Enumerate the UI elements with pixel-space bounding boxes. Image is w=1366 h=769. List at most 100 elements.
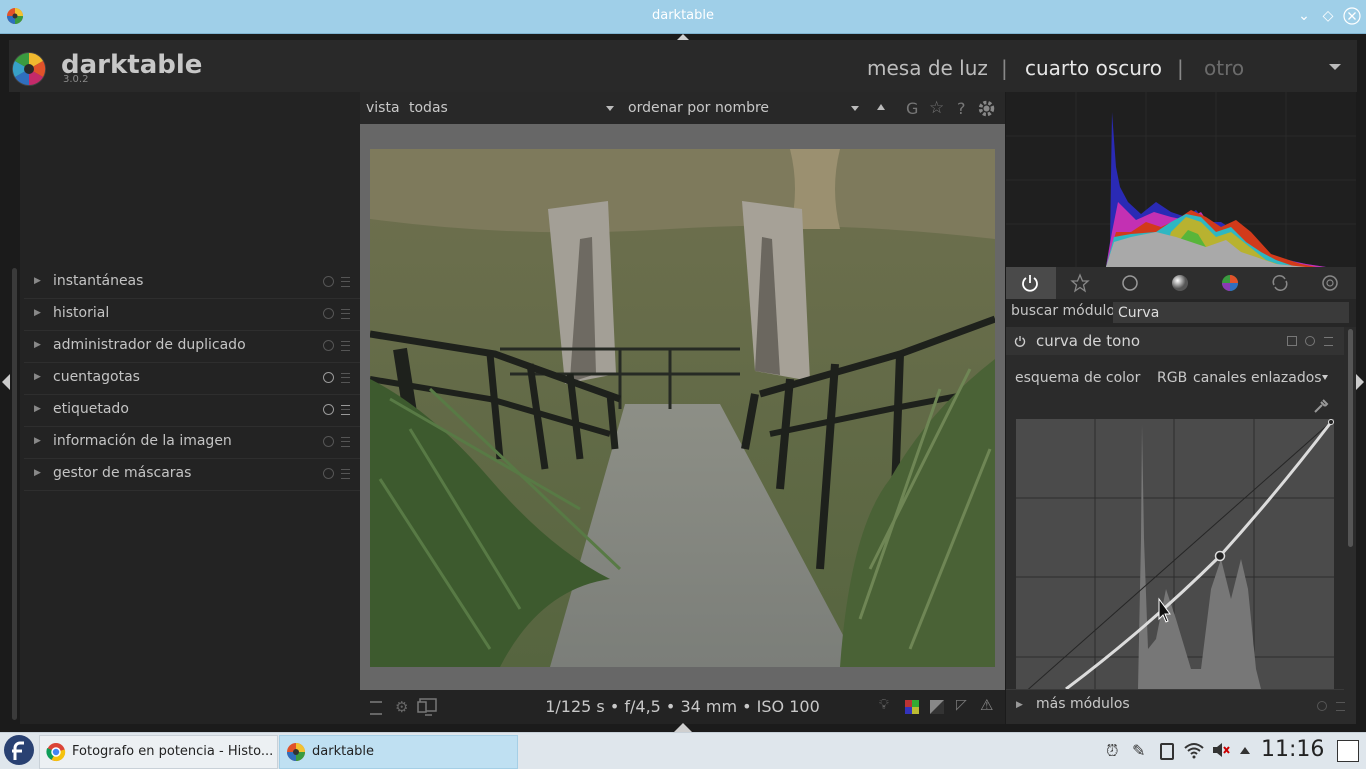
module-color-picker[interactable]: ▶ cuentagotas (24, 363, 360, 395)
left-panel-toggle[interactable] (2, 374, 10, 390)
module-power-icon[interactable] (1014, 335, 1026, 347)
left-panel-scrollbar[interactable] (12, 268, 17, 720)
presets-icon[interactable] (341, 277, 350, 287)
gamut-check-icon[interactable] (930, 700, 944, 714)
show-desktop-button[interactable] (1337, 740, 1359, 762)
reset-icon[interactable] (323, 468, 334, 479)
module-header-tone-curve[interactable]: curva de tono (1006, 327, 1344, 355)
color-scheme-value[interactable]: RGB (1157, 370, 1187, 386)
preferences-gear-icon[interactable] (977, 99, 996, 118)
reset-icon[interactable] (323, 340, 334, 351)
view-lighttable[interactable]: mesa de luz (867, 56, 988, 80)
right-panel-scrollbar[interactable] (1348, 329, 1353, 547)
reset-icon[interactable] (323, 436, 334, 447)
reset-icon[interactable] (1317, 701, 1327, 711)
tab-color-icon[interactable] (1220, 273, 1240, 293)
tab-tone-icon[interactable] (1170, 273, 1190, 293)
task-label: darktable (312, 744, 375, 759)
sort-by-select[interactable]: nombre (715, 100, 769, 116)
minimize-button[interactable]: ⌄ (1295, 7, 1313, 25)
color-picker-eyedropper-icon[interactable] (1312, 397, 1330, 415)
wifi-icon[interactable] (1183, 741, 1205, 759)
module-search-bar: buscar módulo Curva (1006, 299, 1356, 327)
module-tagging[interactable]: ▶ etiquetado (24, 395, 360, 427)
star-icon[interactable]: ☆ (929, 98, 944, 118)
search-label: buscar módulo (1011, 303, 1115, 319)
view-filter-dropdown-icon[interactable] (606, 106, 614, 111)
overexposure-warning-icon[interactable]: ⚠ (980, 696, 993, 714)
grouping-button[interactable]: G (906, 99, 918, 118)
chrome-icon (46, 743, 66, 762)
presets-icon[interactable] (341, 437, 350, 447)
right-panel-toggle[interactable] (1356, 374, 1364, 390)
module-image-information[interactable]: ▶ información de la imagen (24, 427, 360, 459)
view-filter-label: vista (366, 100, 400, 116)
presets-icon[interactable] (341, 341, 350, 351)
help-button[interactable]: ? (957, 99, 966, 118)
tray-expand-icon[interactable] (1240, 747, 1250, 754)
more-modules-row[interactable]: ▶ más módulos (1006, 689, 1345, 722)
clipboard-icon[interactable] (1160, 743, 1174, 760)
module-title: curva de tono (1036, 332, 1141, 350)
guides-icon[interactable]: ◸ (956, 697, 967, 713)
channels-dropdown-icon[interactable] (1322, 375, 1328, 380)
search-input[interactable]: Curva (1113, 302, 1349, 323)
reset-icon[interactable] (323, 308, 334, 319)
module-presets-icon[interactable] (1324, 337, 1333, 346)
darktable-logo-icon (12, 52, 46, 86)
tab-basic-circle-icon[interactable] (1120, 273, 1140, 293)
bottom-panel-toggle[interactable] (674, 723, 692, 732)
tab-favorites-star-icon[interactable] (1070, 273, 1090, 293)
other-dropdown-icon[interactable] (1329, 64, 1341, 70)
presets-icon[interactable] (341, 373, 350, 383)
module-reset-icon[interactable] (1305, 336, 1315, 346)
updates-icon[interactable]: ✎ (1132, 741, 1145, 760)
expand-arrow-icon: ▶ (34, 436, 41, 446)
module-label: etiquetado (53, 401, 129, 417)
left-panel: ▶ instantáneas ▶ historial ▶ administrador … (20, 92, 360, 724)
presets-icon[interactable] (341, 309, 350, 319)
expand-arrow-icon: ▶ (34, 468, 41, 478)
module-label: cuentagotas (53, 369, 140, 385)
tab-effects-icon[interactable] (1320, 273, 1340, 293)
maximize-button[interactable]: ◇ (1319, 7, 1337, 25)
window-title: darktable (651, 8, 715, 23)
module-snapshots[interactable]: ▶ instantáneas (24, 267, 360, 299)
sort-direction-icon[interactable] (877, 104, 885, 110)
main-image (370, 149, 995, 667)
task-label: Fotografo en potencia - Histo... (72, 744, 274, 759)
view-darkroom[interactable]: cuarto oscuro (1025, 56, 1162, 80)
image-canvas[interactable] (360, 124, 1005, 690)
tab-correct-icon[interactable] (1270, 273, 1290, 293)
presets-icon[interactable] (341, 469, 350, 479)
center-toolbar: vista todas ordenar por nombre G ☆ ? (360, 92, 1005, 124)
sort-by-label: ordenar por (628, 100, 711, 116)
multi-instance-icon[interactable] (1287, 336, 1297, 346)
tab-active-modules[interactable] (1006, 267, 1056, 299)
taskbar-task-darktable[interactable]: darktable (279, 735, 518, 769)
view-other[interactable]: otro (1204, 56, 1244, 80)
reset-icon[interactable] (323, 276, 334, 287)
histogram[interactable] (1006, 92, 1356, 267)
close-button[interactable] (1343, 7, 1361, 25)
sort-dropdown-icon[interactable] (851, 106, 859, 111)
expand-arrow-icon: ▶ (1016, 700, 1023, 710)
alarm-icon[interactable]: ⏰︎ (1106, 741, 1118, 761)
reset-icon[interactable] (323, 404, 334, 415)
volume-muted-icon[interactable] (1211, 741, 1231, 759)
fedora-start-icon[interactable] (3, 734, 35, 766)
module-group-tabs (1006, 267, 1356, 299)
lightbulb-icon[interactable]: 💡︎ (879, 697, 889, 713)
presets-icon[interactable] (341, 405, 350, 415)
taskbar-task-browser[interactable]: Fotografo en potencia - Histo... (39, 735, 278, 769)
module-duplicate-manager[interactable]: ▶ administrador de duplicado (24, 331, 360, 363)
view-filter-select[interactable]: todas (409, 100, 448, 116)
module-history[interactable]: ▶ historial (24, 299, 360, 331)
module-mask-manager[interactable]: ▶ gestor de máscaras (24, 459, 360, 491)
presets-icon[interactable] (1336, 702, 1345, 711)
softproof-icon[interactable] (905, 700, 919, 714)
channels-select[interactable]: canales enlazados (1193, 370, 1322, 386)
reset-icon[interactable] (323, 372, 334, 383)
tone-curve-graph[interactable] (1016, 419, 1334, 689)
clock[interactable]: 11:16 (1261, 737, 1324, 762)
